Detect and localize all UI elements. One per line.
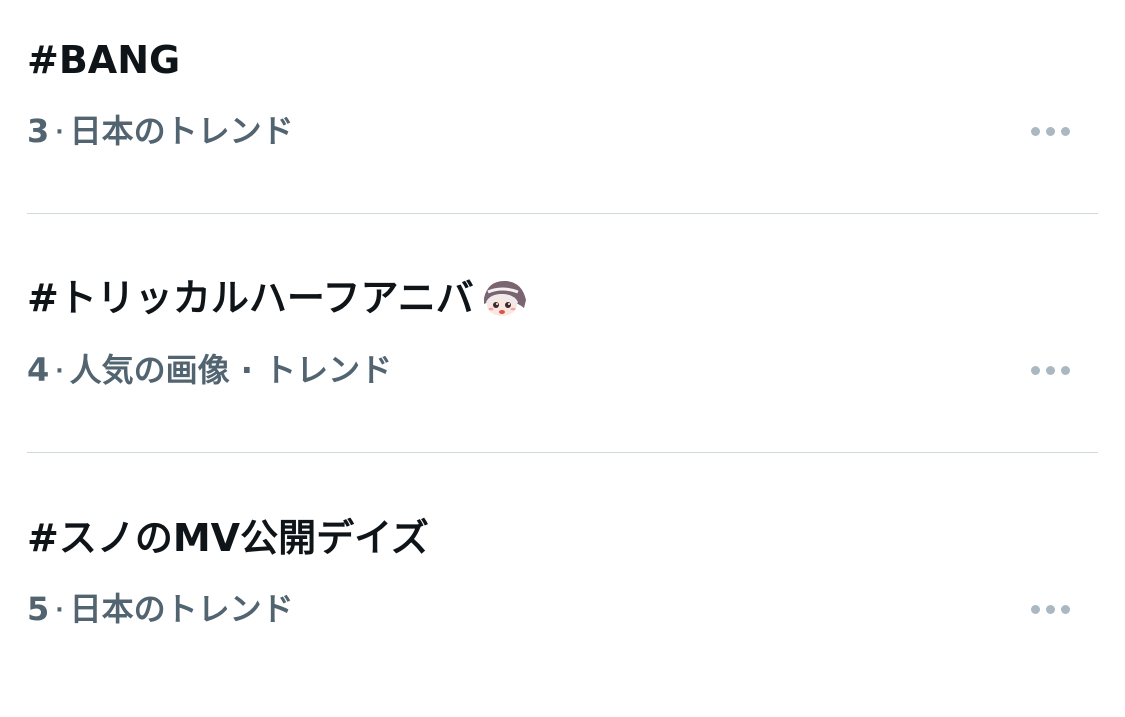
- more-horizontal-icon-dot: [1045, 365, 1055, 375]
- trend-item[interactable]: #トリッカルハーフアニバ 4 · 人気の画像 · トレンド: [0, 239, 1125, 478]
- trend-title-text: #スノのMV公開デイズ: [27, 516, 429, 560]
- divider: [27, 452, 1098, 453]
- trend-context: 日本のトレンド: [69, 112, 294, 150]
- trend-rank: 3: [27, 112, 50, 150]
- separator-dot: ·: [55, 120, 64, 145]
- trend-title-text: #トリッカルハーフアニバ: [27, 276, 474, 320]
- trend-item[interactable]: #BANG 3 · 日本のトレンド: [0, 0, 1125, 239]
- trend-context: 日本のトレンド: [69, 590, 294, 628]
- trend-meta: 3 · 日本のトレンド: [27, 109, 294, 155]
- trend-title: #スノのMV公開デイズ: [27, 514, 429, 562]
- more-horizontal-icon-dot: [1060, 365, 1070, 375]
- trend-list: #BANG 3 · 日本のトレンド #トリッカルハーフアニバ 4 · 人気の画像…: [0, 0, 1125, 628]
- divider: [27, 213, 1098, 214]
- more-horizontal-icon: [1030, 365, 1040, 375]
- more-horizontal-icon-dot: [1060, 126, 1070, 136]
- separator-dot: ·: [55, 598, 64, 623]
- character-sticker-icon: [483, 280, 526, 316]
- trend-title-text: #BANG: [27, 38, 181, 82]
- trend-context: 人気の画像 · トレンド: [69, 351, 393, 389]
- more-options-button[interactable]: [1022, 350, 1078, 390]
- separator-dot: ·: [55, 359, 64, 384]
- trend-meta: 5 · 日本のトレンド: [27, 587, 294, 633]
- more-horizontal-icon-dot: [1045, 126, 1055, 136]
- trend-title: #BANG: [27, 36, 180, 84]
- trend-rank: 5: [27, 590, 50, 628]
- trend-item[interactable]: #スノのMV公開デイズ 5 · 日本のトレンド: [0, 478, 1125, 717]
- trend-title: #トリッカルハーフアニバ: [27, 274, 528, 322]
- more-options-button[interactable]: [1022, 111, 1078, 151]
- trend-rank: 4: [27, 351, 50, 389]
- more-horizontal-icon: [1030, 126, 1040, 136]
- trend-meta: 4 · 人気の画像 · トレンド: [27, 348, 392, 394]
- more-options-button[interactable]: [1022, 589, 1078, 629]
